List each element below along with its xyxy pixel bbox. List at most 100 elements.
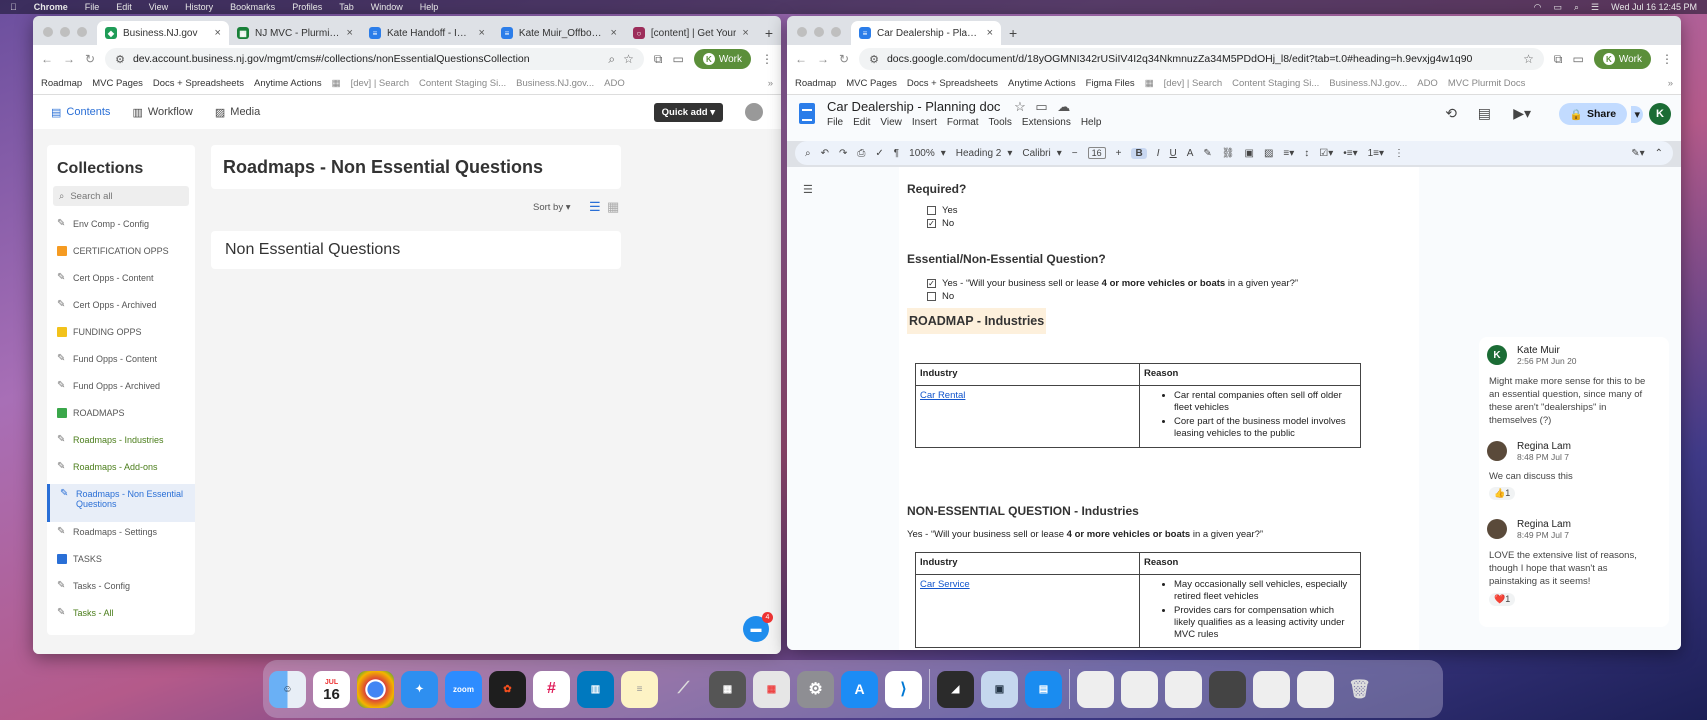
bookmark-dev-search[interactable]: [dev] | Search <box>1164 78 1222 89</box>
menu-help[interactable]: Help <box>420 2 439 12</box>
doc-title[interactable]: Car Dealership - Planning doc ☆ ▭ ☁ <box>827 99 1070 115</box>
bookmark-anytime-actions[interactable]: Anytime Actions <box>1008 78 1076 89</box>
tab-content[interactable]: ○ [content] | Get Your × <box>625 21 757 45</box>
collection-env-comp-config[interactable]: ✎ Env Comp - Config <box>47 214 195 241</box>
editing-mode-icon[interactable]: ✎▾ <box>1631 148 1644 159</box>
close-tab-icon[interactable]: × <box>347 27 353 39</box>
sidepanel-icon[interactable]: ▭ <box>673 52 684 66</box>
collapse-toolbar-icon[interactable]: ⌃ <box>1655 148 1663 159</box>
dock-recent-window-thumbnail[interactable] <box>1165 670 1202 708</box>
minimize-window-button[interactable] <box>60 27 70 37</box>
bookmark-content-staging[interactable]: Content Staging Si... <box>419 78 506 89</box>
collection-roadmaps-industries[interactable]: ✎ Roadmaps - Industries <box>47 430 195 457</box>
close-window-button[interactable] <box>43 27 53 37</box>
checklist-icon[interactable]: ☑▾ <box>1319 148 1333 159</box>
link-icon[interactable]: ⛓ <box>1222 148 1235 159</box>
chat-launcher-button[interactable]: ▬ 4 <box>743 612 773 642</box>
zoom-select[interactable]: 100% ▾ <box>909 148 946 159</box>
paint-format-icon[interactable]: ¶ <box>894 148 899 159</box>
reload-icon[interactable]: ↻ <box>839 52 849 66</box>
bookmark-mvc-pages[interactable]: MVC Pages <box>846 78 897 89</box>
print-icon[interactable]: ⎙ <box>857 148 865 159</box>
industry-link[interactable]: Car Service <box>920 579 970 590</box>
collection-tasks-all[interactable]: ✎ Tasks - All <box>47 603 195 630</box>
forward-icon[interactable]: → <box>817 52 829 66</box>
tab-kate-handoff[interactable]: ≡ Kate Handoff - Impo × <box>361 21 493 45</box>
dock-zoom-icon[interactable]: zoom <box>445 670 482 708</box>
control-center-icon[interactable]: ☰ <box>1591 2 1599 13</box>
dock-trello-icon[interactable]: ▥ <box>577 670 614 708</box>
nav-media[interactable]: ▨ Media <box>215 106 260 119</box>
menu-app-name[interactable]: Chrome <box>34 2 68 12</box>
doc-menu-extensions[interactable]: Extensions <box>1022 117 1071 128</box>
doc-menu-tools[interactable]: Tools <box>989 117 1012 128</box>
outline-icon[interactable]: ☰ <box>803 183 813 196</box>
comment-thread[interactable]: K Kate Muir 2:56 PM Jun 20 Might make mo… <box>1479 337 1669 627</box>
search-collections-input[interactable]: ⌕ Search all <box>53 186 189 206</box>
dock-vscode-icon[interactable]: ⟩ <box>885 670 922 708</box>
account-avatar[interactable]: K <box>1649 103 1671 125</box>
wifi-icon[interactable]: ◠ <box>1534 2 1542 13</box>
dock-recent-window-thumbnail[interactable] <box>1121 670 1158 708</box>
sort-by-dropdown[interactable]: Sort by ▾ <box>533 202 571 213</box>
more-toolbar-icon[interactable]: ⋮ <box>1394 148 1404 159</box>
collection-roadmaps-addons[interactable]: ✎ Roadmaps - Add-ons <box>47 457 195 484</box>
essential-no-option[interactable]: No <box>927 291 954 302</box>
dock-notes-icon[interactable]: ≡ <box>621 670 658 708</box>
dock-cursor-icon[interactable]: ⟋ <box>665 671 702 708</box>
checkbox-checked[interactable]: ✓ <box>927 279 936 288</box>
menu-file[interactable]: File <box>85 2 100 12</box>
highlight-icon[interactable]: ✎ <box>1203 148 1211 159</box>
collection-funding-opps[interactable]: FUNDING OPPS <box>47 322 195 349</box>
dock-calculator-icon[interactable]: ▦ <box>709 670 746 708</box>
entry-card[interactable]: Non Essential Questions <box>211 231 621 269</box>
sidepanel-icon[interactable]: ▭ <box>1573 52 1584 66</box>
style-select[interactable]: Heading 2 ▾ <box>956 148 1013 159</box>
apps-grid-icon[interactable]: ▦ <box>332 78 341 89</box>
font-select[interactable]: Calibri ▾ <box>1022 148 1061 159</box>
apps-grid-icon[interactable]: ▦ <box>1145 78 1154 89</box>
dock-recent-window-thumbnail[interactable] <box>1297 670 1334 708</box>
dock-trash-icon[interactable]: 🗑 <box>1341 671 1378 708</box>
dock-raycast-icon[interactable]: ◢ <box>937 670 974 708</box>
profile-button[interactable]: K Work <box>1593 49 1651 69</box>
bookmark-dev-search[interactable]: [dev] | Search <box>351 78 409 89</box>
close-tab-icon[interactable]: × <box>610 27 616 39</box>
menu-tab[interactable]: Tab <box>339 2 354 12</box>
align-icon[interactable]: ≡▾ <box>1283 148 1294 159</box>
bookmark-anytime-actions[interactable]: Anytime Actions <box>254 78 322 89</box>
list-view-icon[interactable]: ☰ <box>589 199 601 215</box>
tab-business-nj[interactable]: ◆ Business.NJ.gov × <box>97 21 229 45</box>
profile-button[interactable]: K Work <box>693 49 751 69</box>
nav-workflow[interactable]: ▥ Workflow <box>132 106 192 119</box>
redo-icon[interactable]: ↷ <box>839 148 847 159</box>
forward-icon[interactable]: → <box>63 52 75 66</box>
menu-bookmarks[interactable]: Bookmarks <box>230 2 275 12</box>
site-info-icon[interactable]: ⚙ <box>869 53 879 66</box>
grid-view-icon[interactable]: ▦ <box>607 199 619 215</box>
menu-history[interactable]: History <box>185 2 213 12</box>
menu-window[interactable]: Window <box>371 2 403 12</box>
avatar[interactable] <box>745 103 763 121</box>
url-field[interactable]: ⚙ docs.google.com/document/d/18yOGMNI342… <box>859 48 1544 70</box>
bookmark-mvc-plurmit-docs[interactable]: MVC Plurmit Docs <box>1448 78 1526 89</box>
dock-app-store-icon[interactable]: A <box>841 670 878 708</box>
bookmark-ado[interactable]: ADO <box>604 78 625 89</box>
bookmark-docs-spreadsheets[interactable]: Docs + Spreadsheets <box>907 78 998 89</box>
checkbox-unchecked[interactable] <box>927 206 936 215</box>
nav-contents[interactable]: ▤ Contents <box>51 106 110 119</box>
collection-roadmaps-settings[interactable]: ✎ Roadmaps - Settings <box>47 522 195 549</box>
tab-car-dealership-doc[interactable]: ≡ Car Dealership - Planning doc × <box>851 21 1001 45</box>
dock-chrome-icon[interactable] <box>357 670 394 708</box>
doc-menu-format[interactable]: Format <box>947 117 979 128</box>
bookmark-roadmap[interactable]: Roadmap <box>795 78 836 89</box>
back-icon[interactable]: ← <box>41 52 53 66</box>
dock-calendar-icon[interactable]: JUL 16 <box>313 670 350 708</box>
quick-add-button[interactable]: Quick add ▾ <box>653 102 723 122</box>
bookmark-business-nj[interactable]: Business.NJ.gov... <box>516 78 594 89</box>
collection-certification-opps[interactable]: CERTIFICATION OPPS <box>47 241 195 268</box>
spellcheck-icon[interactable]: ✓ <box>875 148 883 159</box>
search-menus-icon[interactable]: ⌕ <box>805 148 811 159</box>
meet-icon[interactable]: ▶▾ <box>1513 105 1531 122</box>
zoom-window-button[interactable] <box>77 27 87 37</box>
